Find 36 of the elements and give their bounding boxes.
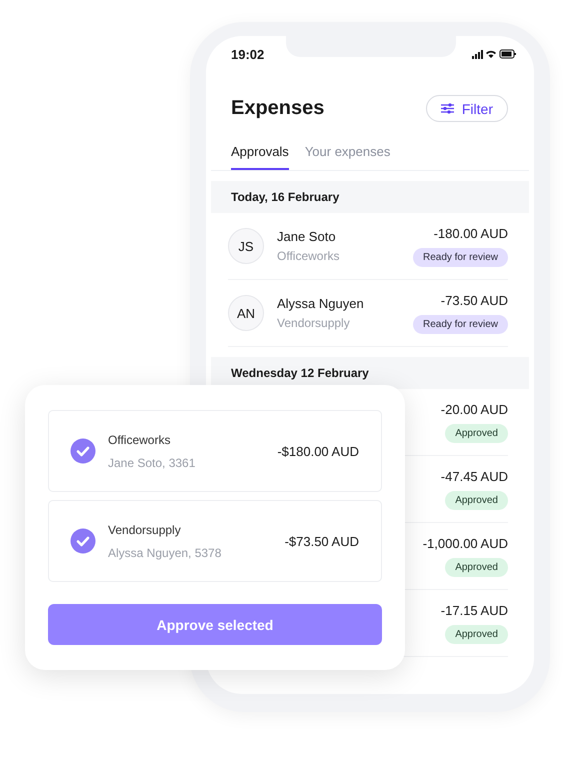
expense-amount: -180.00 AUD <box>434 226 508 240</box>
date-label: Today, 16 February <box>231 190 340 204</box>
employee-name: Alyssa Nguyen <box>277 296 365 311</box>
status-badge: Approved <box>445 490 508 510</box>
expense-detail: Jane Soto, 3361 <box>108 456 196 470</box>
page-title: Expenses <box>231 97 324 120</box>
expense-detail: Alyssa Nguyen, 5378 <box>108 546 222 560</box>
vendor-name: Officeworks <box>277 249 340 263</box>
expense-amount: -$73.50 AUD <box>284 534 359 548</box>
tab[interactable]: Approvals <box>231 138 289 170</box>
expense-amount: -20.00 AUD <box>440 402 508 416</box>
expense-amount: -47.45 AUD <box>440 468 508 484</box>
status-badge: Ready for review <box>412 248 508 266</box>
avatar: AN <box>228 295 264 331</box>
expense-amount: -$180.00 AUD <box>277 444 359 458</box>
expense-amount: -17.15 AUD <box>440 602 508 618</box>
expense-amount: -1,000.00 AUD <box>422 536 508 550</box>
expense-item[interactable]: Officeworks Jane Soto, 3361 -$180.00 AUD <box>48 410 382 492</box>
check-icon[interactable] <box>70 528 96 554</box>
avatar: JS <box>228 228 264 264</box>
date-label: Wednesday 12 February <box>231 366 369 380</box>
status-badge: Approved <box>445 624 508 644</box>
vendor-name: Vendorsupply <box>108 522 182 536</box>
employee-name: Jane Soto <box>277 229 337 244</box>
status-badge: Approved <box>445 558 508 576</box>
vendor-name: Officeworks <box>108 432 172 446</box>
expense-amount: -73.50 AUD <box>440 292 508 308</box>
status-badge: Approved <box>445 424 508 442</box>
status-icons <box>472 49 516 59</box>
status-time: 19:02 <box>231 46 264 62</box>
check-icon[interactable] <box>70 438 96 464</box>
sliders-icon <box>440 103 454 114</box>
vendor-name: Vendorsupply <box>277 316 351 330</box>
filter-button[interactable]: Filter <box>426 95 508 122</box>
expense-item[interactable]: Vendorsupply Alyssa Nguyen, 5378 -$73.50 AUD <box>48 500 382 582</box>
status-badge: Ready for review <box>412 314 508 334</box>
